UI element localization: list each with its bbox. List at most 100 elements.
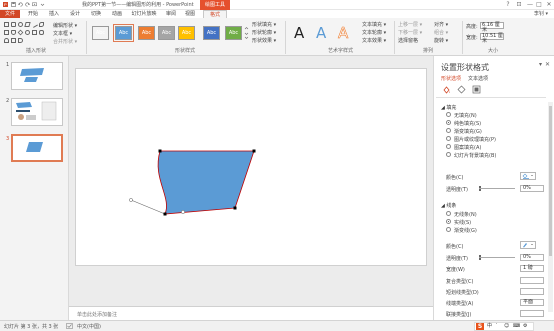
- width-input[interactable]: 10.51 厘米: [480, 33, 504, 44]
- dash-type-dropdown[interactable]: [520, 288, 544, 295]
- tab-format[interactable]: 格式: [203, 10, 227, 18]
- parallelogram-shape-icon[interactable]: [24, 22, 31, 27]
- effects-icon[interactable]: [457, 85, 466, 94]
- shape-outline-button[interactable]: 形状轮廓 ▾: [252, 29, 276, 36]
- text-fill-button[interactable]: 文本填充 ▾: [362, 21, 386, 28]
- tab-home[interactable]: 开始: [25, 10, 41, 18]
- callout-shape-icon[interactable]: [39, 30, 44, 35]
- oval-shape-icon[interactable]: [18, 22, 23, 27]
- emoji-icon[interactable]: ☺: [504, 323, 509, 330]
- language-indicator[interactable]: 中文(中国): [77, 323, 101, 330]
- radio-button[interactable]: [446, 144, 451, 149]
- bezier-handle-point[interactable]: [129, 198, 133, 202]
- align-button[interactable]: 对齐 ▾: [434, 21, 448, 28]
- text-effects-button[interactable]: 文本效果 ▾: [362, 37, 386, 44]
- line-option-gradient[interactable]: 渐变线(G): [446, 227, 477, 234]
- line-color-picker[interactable]: [520, 241, 536, 249]
- diamond-shape-icon[interactable]: [17, 29, 24, 36]
- undo-icon[interactable]: [18, 2, 23, 7]
- ime-mode[interactable]: 中: [487, 323, 492, 330]
- close-button[interactable]: ✕: [543, 0, 554, 10]
- fill-option-solid[interactable]: 纯色填充(S): [446, 120, 481, 127]
- keyboard-icon[interactable]: ⌨: [513, 323, 520, 330]
- fill-option-pattern[interactable]: 图案填充(A): [446, 144, 481, 151]
- slide-canvas[interactable]: [75, 68, 427, 266]
- start-slideshow-icon[interactable]: [32, 2, 37, 7]
- rounded-rectangle-shape-icon[interactable]: [11, 22, 16, 27]
- text-box-button[interactable]: 文本框 ▾: [53, 30, 72, 37]
- vertex-point[interactable]: [252, 149, 256, 153]
- radio-button[interactable]: [446, 128, 451, 133]
- line-shape-icon[interactable]: [31, 21, 38, 28]
- fill-transparency-input[interactable]: 0%: [520, 185, 544, 192]
- text-outline-button[interactable]: 文本轮廓 ▾: [362, 29, 386, 36]
- wordart-style-plain[interactable]: A: [294, 24, 304, 42]
- fill-color-picker[interactable]: [520, 172, 536, 180]
- shape-style-green[interactable]: Abc: [225, 26, 242, 40]
- tab-animations[interactable]: 动画: [109, 10, 125, 18]
- radio-button[interactable]: [446, 152, 451, 157]
- join-type-dropdown[interactable]: [520, 310, 544, 317]
- brace-shape-icon[interactable]: [11, 38, 16, 43]
- pane-options-button[interactable]: ▾: [539, 61, 542, 68]
- tab-review[interactable]: 审阅: [163, 10, 179, 18]
- radio-button[interactable]: [446, 211, 451, 216]
- curve-shape-icon[interactable]: [39, 22, 44, 27]
- tab-design[interactable]: 设计: [67, 10, 83, 18]
- gallery-more-icon[interactable]: [244, 26, 249, 40]
- radio-button[interactable]: [446, 136, 451, 141]
- line-option-solid[interactable]: 实线(S): [446, 219, 471, 226]
- shape-fill-button[interactable]: 形状填充 ▾: [252, 21, 276, 28]
- size-properties-icon[interactable]: [472, 85, 481, 94]
- fill-option-slide-background[interactable]: 幻灯片背景填充(B): [446, 152, 496, 159]
- flowchart-shape-icon[interactable]: [11, 30, 16, 35]
- slide-thumbnail-2[interactable]: [11, 98, 63, 126]
- tab-view[interactable]: 视图: [182, 10, 198, 18]
- save-icon[interactable]: [11, 2, 16, 7]
- customize-qat-icon[interactable]: [40, 2, 45, 7]
- shape-style-orange[interactable]: Abc: [138, 26, 155, 40]
- selection-pane-button[interactable]: 选择窗格: [398, 37, 418, 44]
- rectangle-shape-icon[interactable]: [4, 22, 9, 27]
- circle-shape-icon[interactable]: [25, 30, 30, 35]
- chord-shape-icon[interactable]: [18, 38, 23, 43]
- notes-placeholder[interactable]: 单击此处添加备注: [77, 311, 117, 318]
- shape-gallery[interactable]: [4, 21, 56, 44]
- settings-icon[interactable]: ⚙: [523, 323, 527, 330]
- group-button[interactable]: 组合 ▾: [434, 29, 448, 36]
- fill-option-none[interactable]: 无填充(N): [446, 112, 477, 119]
- radio-button-selected[interactable]: [446, 120, 451, 125]
- fill-option-picture[interactable]: 图片或纹理填充(P): [446, 136, 496, 143]
- square-shape-icon[interactable]: [32, 30, 37, 35]
- spell-check-icon[interactable]: [66, 323, 73, 329]
- arc-shape-icon[interactable]: [4, 38, 9, 43]
- fill-line-icon[interactable]: [442, 85, 451, 94]
- slide-thumbnail-1[interactable]: [11, 62, 63, 90]
- tab-shape-options[interactable]: 形状选项: [441, 75, 461, 82]
- shape-style-dark[interactable]: Abc: [92, 26, 109, 40]
- wordart-style-outline[interactable]: A: [338, 24, 349, 43]
- cap-type-dropdown[interactable]: 平面: [520, 299, 544, 306]
- tab-file[interactable]: 文件: [0, 10, 20, 18]
- fill-option-gradient[interactable]: 渐变填充(G): [446, 128, 482, 135]
- punctuation-icon[interactable]: ′: [496, 323, 497, 330]
- line-section-header[interactable]: ◢ 线条: [441, 202, 456, 209]
- vertex-point[interactable]: [233, 206, 237, 210]
- tab-slideshow[interactable]: 幻灯片放映: [130, 10, 158, 18]
- tab-insert[interactable]: 插入: [46, 10, 62, 18]
- radio-button-selected[interactable]: [446, 219, 451, 224]
- text-box-shape-icon[interactable]: [4, 30, 9, 35]
- wordart-style-blue[interactable]: A: [316, 24, 326, 42]
- vertex-point[interactable]: [158, 149, 162, 153]
- edit-shape-button[interactable]: 编辑形状 ▾: [53, 22, 77, 29]
- scrollbar-thumb[interactable]: [549, 106, 552, 256]
- edited-freeform-shape[interactable]: [76, 69, 428, 267]
- shape-style-gray[interactable]: Abc: [158, 26, 175, 40]
- slide-thumbnail-3[interactable]: [11, 134, 63, 162]
- shape-style-blue[interactable]: Abc: [113, 24, 134, 42]
- compound-type-dropdown[interactable]: [520, 277, 544, 284]
- height-input[interactable]: 6.16 厘米: [480, 22, 504, 33]
- segment-midpoint[interactable]: [181, 210, 185, 214]
- tab-text-options[interactable]: 文本选项: [468, 75, 488, 82]
- fill-section-header[interactable]: ◢ 填充: [441, 104, 456, 111]
